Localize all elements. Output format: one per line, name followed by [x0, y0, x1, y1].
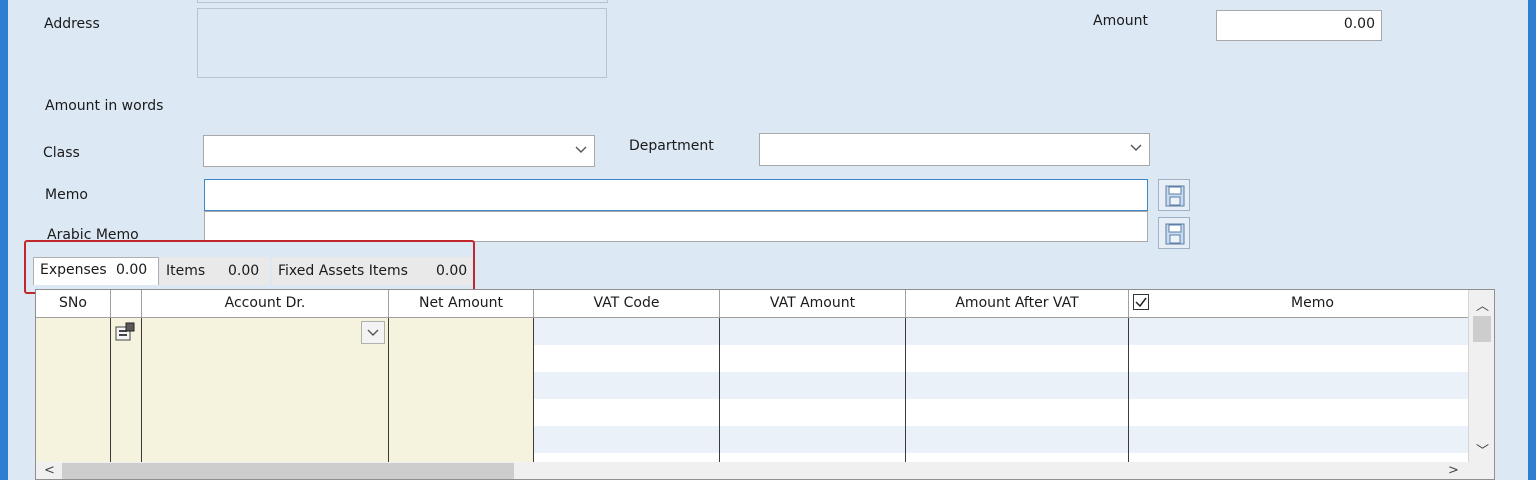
vat-code-column: [534, 318, 720, 479]
address-field[interactable]: [197, 8, 607, 78]
memo-input[interactable]: [204, 179, 1148, 211]
memo-label: Memo: [45, 187, 88, 203]
scroll-right-icon[interactable]: >: [1448, 463, 1459, 478]
address-label: Address: [44, 16, 100, 32]
amount-label: Amount: [1093, 13, 1149, 29]
horizontal-scrollbar[interactable]: < >: [36, 462, 1494, 479]
header-select-all[interactable]: [1129, 290, 1157, 318]
account-dropdown-button[interactable]: [361, 321, 385, 344]
icon-column: [111, 318, 142, 479]
net-amount-column: [389, 318, 534, 479]
amount-in-words-label: Amount in words: [45, 98, 164, 114]
vertical-scroll-thumb[interactable]: [1473, 316, 1491, 342]
scroll-left-icon[interactable]: <: [44, 463, 55, 478]
scroll-up-icon[interactable]: ︿: [1476, 295, 1489, 314]
header-amount-after-vat[interactable]: Amount After VAT: [906, 290, 1129, 318]
amount-after-vat-column: [906, 318, 1129, 479]
chevron-down-icon: [575, 146, 587, 153]
memo-column: [1129, 318, 1468, 479]
save-icon: [1165, 185, 1185, 207]
scroll-down-icon[interactable]: ﹀: [1476, 440, 1489, 459]
arabic-memo-input[interactable]: [204, 211, 1148, 242]
vat-amount-column: [720, 318, 906, 479]
class-dropdown[interactable]: [203, 135, 595, 167]
header-vat-amount[interactable]: VAT Amount: [720, 290, 906, 318]
expenses-grid[interactable]: SNo Account Dr. Net Amount VAT Code VAT …: [35, 289, 1495, 480]
department-dropdown[interactable]: [759, 133, 1150, 166]
header-sno[interactable]: SNo: [36, 290, 111, 318]
class-label: Class: [43, 145, 80, 161]
sno-column: [36, 318, 111, 479]
window-frame-right: [1528, 0, 1536, 480]
header-net-amount[interactable]: Net Amount: [389, 290, 534, 318]
tabs-highlight-box: [24, 240, 475, 294]
amount-field[interactable]: 0.00: [1216, 10, 1382, 41]
account-dr-column[interactable]: [142, 318, 389, 479]
header-icon: [111, 290, 142, 318]
department-label: Department: [629, 138, 714, 154]
checkbox-icon[interactable]: [1133, 294, 1149, 310]
header-account-dr[interactable]: Account Dr.: [142, 290, 389, 318]
vertical-scrollbar[interactable]: ︿ ﹀: [1468, 290, 1494, 463]
top-field[interactable]: [197, 0, 608, 3]
chevron-down-icon: [367, 329, 379, 336]
amount-value: 0.00: [1343, 16, 1375, 32]
memo-save-button[interactable]: [1158, 179, 1190, 211]
save-icon: [1165, 223, 1185, 245]
arabic-memo-save-button[interactable]: [1158, 217, 1190, 249]
horizontal-scroll-thumb[interactable]: [62, 463, 514, 479]
header-vat-code[interactable]: VAT Code: [534, 290, 720, 318]
header-memo[interactable]: Memo: [1157, 290, 1468, 318]
window-frame-left: [0, 0, 8, 480]
properties-icon[interactable]: [114, 322, 136, 342]
chevron-down-icon: [1130, 144, 1142, 151]
